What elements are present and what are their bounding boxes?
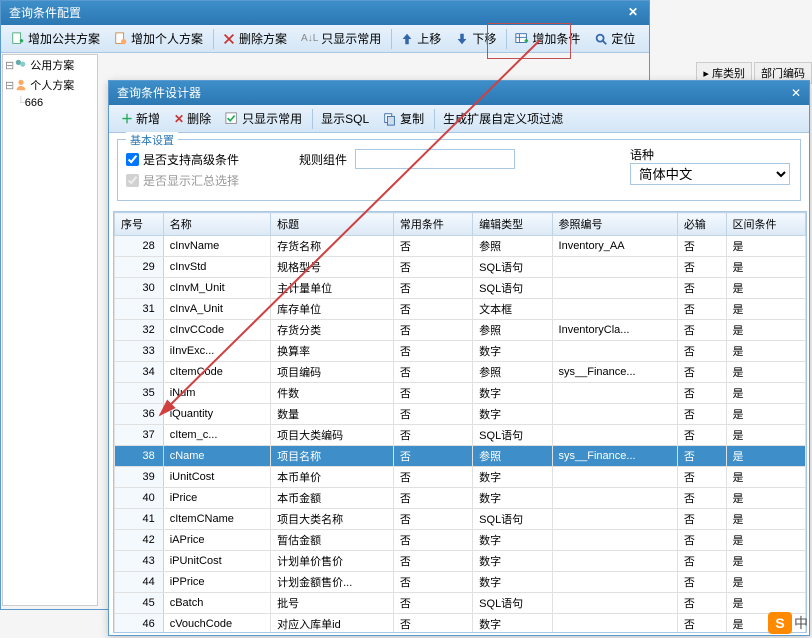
filter-icon: A↓L [301, 33, 318, 44]
plus-icon: ＋ [121, 110, 133, 127]
table-row[interactable]: 32cInvCCode存货分类否参照InventoryCla...否是大于等于 [115, 320, 808, 341]
conditions-grid[interactable]: 序号名称标题常用条件编辑类型参照编号必输区间条件比较符缺省 28cInvName… [113, 211, 807, 633]
table-row[interactable]: 36iQuantity数量否数字否是大于等于 [115, 404, 808, 425]
table-row[interactable]: 42iAPrice暂估金额否数字否是大于等于 [115, 530, 808, 551]
table-row[interactable]: 40iPrice本币金额否数字否是大于等于 [115, 488, 808, 509]
ime-indicator[interactable]: S 中 [768, 612, 808, 634]
users-icon [14, 58, 28, 72]
locate-icon [594, 32, 608, 46]
custom-filter-button[interactable]: 生成扩展自定义项过滤 [437, 108, 569, 129]
table-row[interactable]: 33iInvExc...换算率否数字否是大于等于 [115, 341, 808, 362]
user-icon [14, 78, 28, 92]
column-header[interactable]: 区间条件 [726, 213, 805, 236]
column-header[interactable]: 比较符 [805, 213, 807, 236]
show-summary-checkbox: 是否显示汇总选择 [126, 172, 239, 189]
outer-titlebar: 查询条件配置 ✕ [1, 1, 649, 25]
table-row[interactable]: 28cInvName存货名称否参照Inventory_AA否是大于等于 [115, 236, 808, 257]
inner-close-button[interactable]: ✕ [791, 81, 801, 105]
table-row[interactable]: 29cInvStd规格型号否SQL语句否是大于等于 [115, 257, 808, 278]
language-select[interactable]: 简体中文 [630, 163, 790, 185]
table-row[interactable]: 31cInvA_Unit库存单位否文本框否是大于等于 [115, 299, 808, 320]
table-row[interactable]: 39iUnitCost本币单价否数字否是大于等于 [115, 467, 808, 488]
tree-public-scheme[interactable]: ⊟ 公用方案 [3, 55, 97, 75]
table-row[interactable]: 43iPUnitCost计划单价售价否数字否是大于等于 [115, 551, 808, 572]
column-header[interactable]: 名称 [163, 213, 270, 236]
delete-button[interactable]: ✕ 删除 [168, 108, 217, 129]
table-row[interactable]: 46cVouchCode对应入库单id否数字否是大于等于 [115, 614, 808, 634]
add-private-scheme-button[interactable]: 增加个人方案 [108, 28, 209, 49]
delete-scheme-button[interactable]: 删除方案 [216, 28, 293, 49]
query-designer-window: 查询条件设计器 ✕ ＋ 新增 ✕ 删除 只显示常用 显示SQL 复制 生成扩展自… [108, 80, 810, 636]
table-row[interactable]: 44iPPrice计划金额售价...否数字否是大于等于 [115, 572, 808, 593]
copy-button[interactable]: 复制 [377, 108, 430, 129]
column-header[interactable]: 序号 [115, 213, 164, 236]
outer-close-button[interactable]: ✕ [625, 5, 641, 21]
locate-button[interactable]: 定位 [588, 28, 641, 49]
table-row[interactable]: 34cItemCode项目编码否参照sys__Finance...否是大于等于 [115, 362, 808, 383]
rule-component-input[interactable] [355, 149, 515, 169]
document-user-icon [114, 32, 128, 46]
document-plus-icon [11, 32, 25, 46]
arrow-down-icon [455, 32, 469, 46]
checkbox-icon [225, 112, 239, 126]
column-header[interactable]: 标题 [271, 213, 394, 236]
ime-badge-icon: S [768, 612, 792, 634]
column-header[interactable]: 参照编号 [552, 213, 677, 236]
table-row[interactable]: 38cName项目名称否参照sys__Finance...否是大于等于 [115, 446, 808, 467]
delete-icon [222, 32, 236, 46]
table-row[interactable]: 45cBatch批号否SQL语句否是大于等于 [115, 593, 808, 614]
inner-titlebar: 查询条件设计器 ✕ [109, 81, 809, 105]
tree-item-child[interactable]: └ 666 [3, 95, 97, 111]
inner-title: 查询条件设计器 [117, 81, 201, 105]
table-row[interactable]: 35iNum件数否数字否是大于等于 [115, 383, 808, 404]
grid-header-row: 序号名称标题常用条件编辑类型参照编号必输区间条件比较符缺省 [115, 213, 808, 236]
x-icon: ✕ [174, 112, 184, 126]
add-condition-button[interactable]: 增加条件 [509, 28, 586, 49]
show-sql-button[interactable]: 显示SQL [315, 108, 375, 129]
move-down-button[interactable]: 下移 [449, 28, 502, 49]
show-common-only-button[interactable]: A↓L 只显示常用 [295, 28, 387, 49]
column-header[interactable]: 常用条件 [393, 213, 472, 236]
tree-private-scheme[interactable]: ⊟ 个人方案 [3, 75, 97, 95]
scheme-tree: ⊟ 公用方案 ⊟ 个人方案 └ 666 [2, 54, 98, 606]
rule-component-label: 规则组件 [299, 151, 347, 168]
show-common-button[interactable]: 只显示常用 [219, 108, 308, 129]
inner-toolbar: ＋ 新增 ✕ 删除 只显示常用 显示SQL 复制 生成扩展自定义项过滤 [109, 105, 809, 133]
move-up-button[interactable]: 上移 [394, 28, 447, 49]
table-row[interactable]: 41cItemCName项目大类名称否SQL语句否是大于等于 [115, 509, 808, 530]
support-advanced-checkbox[interactable]: 是否支持高级条件 [126, 151, 239, 168]
column-header[interactable]: 必输 [677, 213, 726, 236]
add-public-scheme-button[interactable]: 增加公共方案 [5, 28, 106, 49]
basic-settings-group: 基本设置 是否支持高级条件 规则组件 是否显示汇总选择 语种 简体中文 [117, 139, 801, 201]
column-header[interactable]: 编辑类型 [473, 213, 552, 236]
copy-icon [383, 112, 397, 126]
outer-title: 查询条件配置 [9, 1, 81, 25]
table-row[interactable]: 37cItem_c...项目大类编码否SQL语句否是大于等于 [115, 425, 808, 446]
arrow-up-icon [400, 32, 414, 46]
add-button[interactable]: ＋ 新增 [115, 108, 166, 129]
outer-toolbar: 增加公共方案 增加个人方案 删除方案 A↓L 只显示常用 上移 下移 增加条件 [1, 25, 649, 53]
grid-plus-icon [515, 32, 529, 46]
table-row[interactable]: 30cInvM_Unit主计量单位否SQL语句否是大于等于 [115, 278, 808, 299]
language-label: 语种 [630, 146, 790, 163]
settings-legend: 基本设置 [126, 132, 178, 148]
